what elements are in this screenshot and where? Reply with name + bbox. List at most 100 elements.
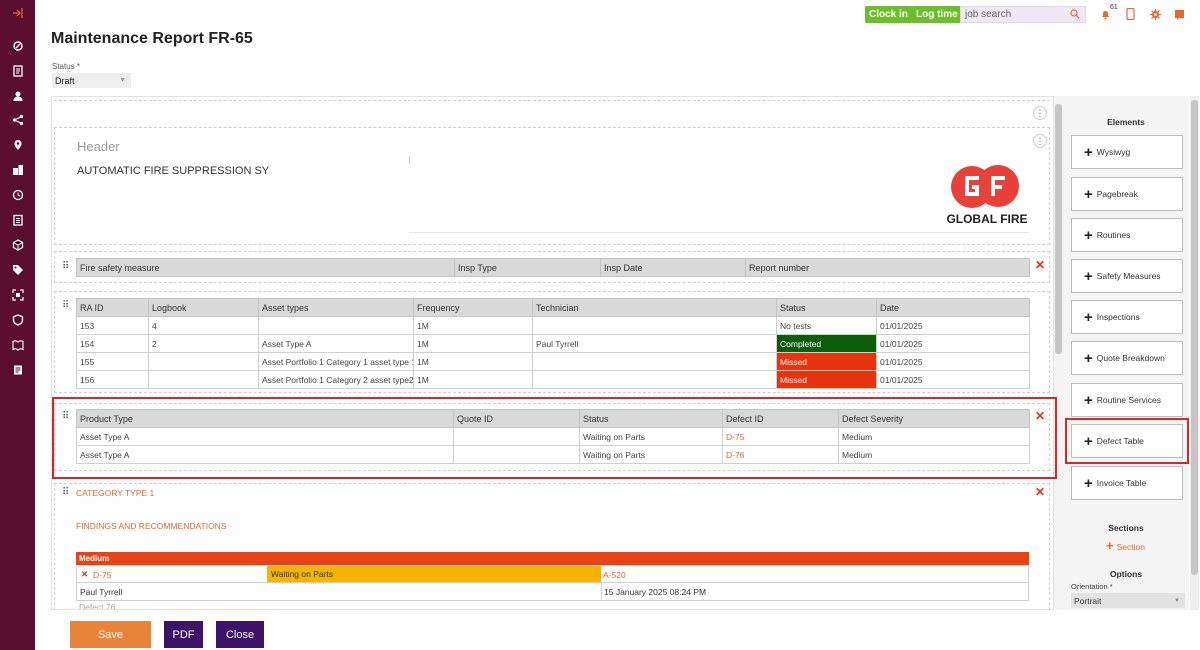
footer-bar [35, 610, 1200, 650]
notification-count: 61 [1110, 4, 1118, 11]
orientation-value: Portrait [1074, 595, 1102, 606]
cell [148, 370, 259, 389]
table-row: 155 Asset Portfolio 1 Category 1 asset t… [76, 352, 1030, 371]
plus-icon: + [1084, 267, 1093, 285]
documents-icon[interactable] [0, 63, 35, 79]
job-search-input[interactable]: job search [960, 6, 1086, 23]
more-options-icon[interactable]: ⋮ [1033, 106, 1047, 120]
add-section-button[interactable]: + Section [1106, 538, 1145, 553]
datetime: 15 January 2025 08:24 PM [604, 587, 707, 597]
plus-icon: + [1084, 308, 1093, 326]
orientation-select[interactable]: Portrait ▼ [1071, 593, 1185, 608]
box-icon[interactable] [0, 237, 35, 253]
clock-icon[interactable] [0, 187, 35, 203]
table-row: 154 2 Asset Type A 1M Paul Tyrrell Compl… [76, 334, 1030, 353]
cell [532, 370, 777, 389]
add-safety-measures-button[interactable]: + Safety Measures [1071, 259, 1183, 293]
left-sidebar [0, 0, 35, 650]
defect-id-link[interactable]: D-75 [93, 570, 111, 580]
severity-band: Medium [76, 552, 1029, 565]
add-inspections-button[interactable]: + Inspections [1071, 300, 1183, 334]
location-icon[interactable] [0, 137, 35, 153]
canvas-scrollbar[interactable] [1054, 96, 1063, 610]
fire-safety-table: Fire safety measure Insp Type Insp Date … [76, 258, 1030, 277]
logo-text: GLOBAL FIRE [946, 212, 1028, 226]
drag-handle-icon[interactable]: ⠿ [62, 300, 69, 311]
button-label: Routine Services [1096, 395, 1162, 405]
search-icon[interactable] [1070, 9, 1080, 22]
buildings-icon[interactable] [0, 162, 35, 178]
panel-scrollbar[interactable] [1190, 96, 1199, 610]
button-label: Routines [1096, 230, 1131, 240]
header-block[interactable] [54, 127, 1050, 245]
notes-icon[interactable] [0, 362, 35, 378]
save-button[interactable]: Save [70, 621, 151, 648]
expand-sidebar-icon[interactable] [0, 5, 35, 21]
clock-in-button[interactable]: Clock in [865, 6, 912, 23]
divider [409, 156, 410, 164]
cell: 01/01/2025 [876, 370, 1030, 389]
add-pagebreak-button[interactable]: + Pagebreak [1071, 177, 1183, 211]
chat-icon[interactable] [1173, 8, 1185, 20]
log-time-button[interactable]: Log time [912, 6, 962, 23]
close-icon[interactable]: ✕ [81, 569, 88, 580]
button-label: Quote Breakdown [1096, 353, 1165, 363]
status-cell-missed: Missed [776, 370, 877, 389]
remove-block-icon[interactable]: ✕ [1035, 485, 1045, 499]
options-title: Options [1109, 569, 1143, 579]
highlight-box [52, 397, 1057, 479]
book-icon[interactable] [0, 337, 35, 353]
chevron-down-icon: ▼ [119, 77, 126, 84]
cell: 155 [76, 352, 149, 371]
status-select[interactable]: Draft ▼ [52, 73, 131, 88]
cell: 01/01/2025 [876, 316, 1030, 335]
remove-block-icon[interactable]: ✕ [1035, 258, 1045, 272]
plus-icon: + [1084, 185, 1093, 203]
col-header: Status [776, 298, 877, 317]
add-quote-breakdown-button[interactable]: + Quote Breakdown [1071, 341, 1183, 375]
button-label: Inspections [1096, 312, 1140, 322]
cell: Asset Type A [258, 334, 414, 353]
page-title: Maintenance Report FR-65 [51, 30, 253, 47]
tag-icon[interactable] [0, 262, 35, 278]
findings-heading: FINDINGS AND RECOMMENDATIONS [76, 521, 227, 531]
drag-handle-icon[interactable]: ⠿ [62, 487, 69, 498]
col-header: Fire safety measure [76, 258, 455, 277]
pdf-button[interactable]: PDF [164, 621, 203, 648]
add-routine-services-button[interactable]: + Routine Services [1071, 383, 1183, 417]
close-button[interactable]: Close [216, 621, 264, 648]
shield-icon[interactable] [0, 312, 35, 328]
settings-gear-icon[interactable] [1149, 8, 1161, 20]
defect-status: Waiting on Parts [267, 566, 601, 582]
drag-handle-icon[interactable]: ⠿ [62, 261, 69, 272]
clipboard-icon[interactable] [0, 212, 35, 228]
share-icon[interactable] [0, 112, 35, 128]
add-invoice-table-button[interactable]: + Invoice Table [1071, 466, 1183, 500]
cell [258, 316, 414, 335]
add-wysiwyg-button[interactable]: + Wysiwyg [1071, 135, 1183, 169]
cell: 2 [148, 334, 259, 353]
user-icon[interactable] [0, 88, 35, 104]
mobile-icon[interactable] [1124, 8, 1136, 20]
scan-icon[interactable] [0, 287, 35, 303]
plus-icon: + [1084, 143, 1093, 161]
scrollbar-thumb[interactable] [1191, 100, 1198, 575]
col-header: Frequency [413, 298, 533, 317]
cell: 154 [76, 334, 149, 353]
header-text: AUTOMATIC FIRE SUPPRESSION SY [77, 165, 270, 177]
detail-row: Paul Tyrrell 15 January 2025 08:24 PM [76, 583, 1029, 601]
header-options-icon[interactable]: ⋮ [1033, 134, 1047, 148]
cell: 1M [413, 352, 533, 371]
cut-row-text: Defect 76 [79, 603, 116, 609]
scrollbar-thumb[interactable] [1055, 104, 1062, 354]
add-routines-button[interactable]: + Routines [1071, 218, 1183, 252]
quote-link[interactable]: A-520 [603, 570, 626, 580]
technician: Paul Tyrrell [80, 587, 123, 597]
button-label: Invoice Table [1096, 478, 1147, 488]
category-title: CATEGORY TYPE 1 [76, 488, 155, 498]
cell: 1M [413, 334, 533, 353]
cell: 153 [76, 316, 149, 335]
cell: Asset Portfolio 1 Category 2 asset type2 [258, 370, 414, 389]
col-header: Date [876, 298, 1030, 317]
jobs-icon[interactable] [0, 38, 35, 54]
